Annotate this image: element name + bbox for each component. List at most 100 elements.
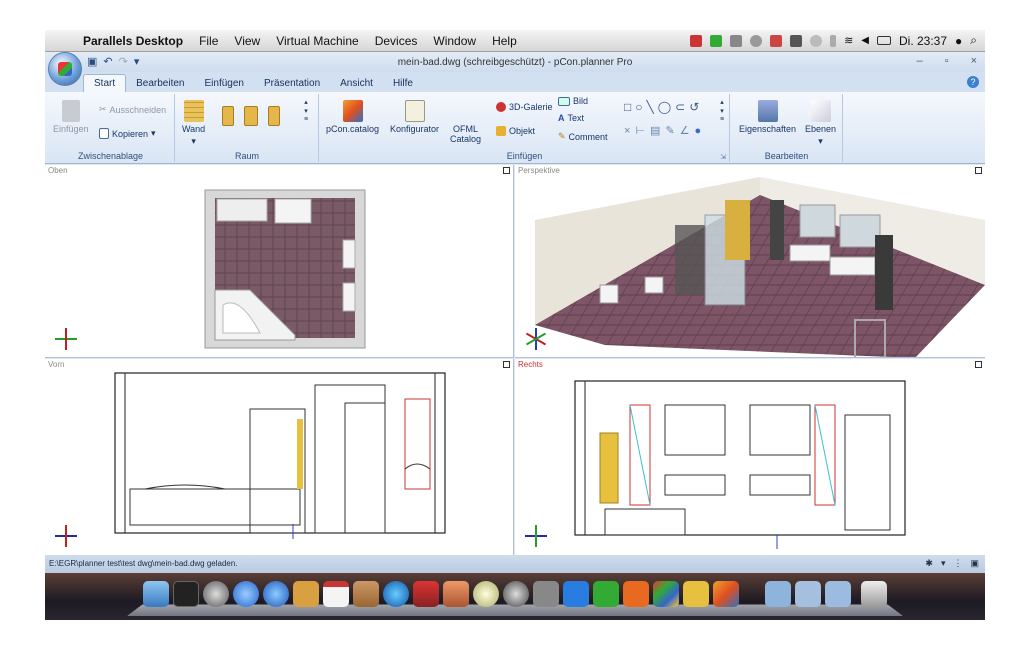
tab-praesentation[interactable]: Präsentation [254, 75, 330, 92]
door-icon[interactable] [222, 106, 234, 126]
tab-hilfe[interactable]: Hilfe [383, 75, 423, 92]
pcon-planner-icon[interactable] [713, 581, 739, 607]
preview-icon[interactable] [443, 581, 469, 607]
line-icon[interactable]: ╲ [647, 100, 654, 114]
text-button[interactable]: A Text [558, 113, 584, 123]
application-menu-button[interactable] [48, 52, 82, 86]
menu-view[interactable]: View [226, 34, 268, 48]
address-book-icon[interactable] [293, 581, 319, 607]
applications-folder-icon[interactable] [765, 581, 791, 607]
scroll-up-icon[interactable]: ▴ [304, 98, 308, 106]
spotlight-search-icon[interactable]: ⌕ [970, 33, 977, 48]
user-icon[interactable]: ● [955, 34, 962, 48]
menu-window[interactable]: Window [425, 34, 484, 48]
status-app-icon[interactable] [710, 34, 723, 47]
word-icon[interactable] [563, 581, 589, 607]
eigenschaften-button[interactable]: Eigenschaften [739, 100, 796, 134]
viewport-rechts[interactable]: Rechts [515, 359, 985, 555]
grid-icon[interactable]: ⋮ [953, 558, 962, 569]
objekt-button[interactable]: Objekt [496, 126, 535, 136]
tab-ansicht[interactable]: Ansicht [330, 75, 383, 92]
viewport-perspektive[interactable]: Perspektive [515, 165, 985, 358]
downloads-folder-icon[interactable] [825, 581, 851, 607]
status-app-icon[interactable] [770, 34, 783, 47]
excel-icon[interactable] [593, 581, 619, 607]
starred-app-icon[interactable] [473, 581, 499, 607]
polyline-icon[interactable]: ⊂ [675, 100, 685, 114]
minimize-button[interactable]: – [917, 55, 923, 67]
status-app-icon[interactable] [750, 34, 763, 47]
gallery-scroll[interactable]: ▴ ▾ ≡ [304, 98, 308, 123]
time-machine-dock-icon[interactable] [503, 581, 529, 607]
double-door-icon[interactable] [244, 106, 258, 126]
snap-icon[interactable]: ✱ [925, 558, 933, 569]
tab-start[interactable]: Start [83, 74, 127, 92]
einfuegen-button[interactable]: Einfügen [53, 100, 89, 134]
display-mode-icon[interactable]: ▣ [970, 558, 979, 569]
delete-x-icon[interactable]: × [624, 125, 630, 137]
gallery-expand-icon[interactable]: ≡ [304, 116, 308, 123]
ofml-catalog-button[interactable]: OFML Catalog [450, 124, 481, 144]
tab-einfuegen[interactable]: Einfügen [195, 75, 254, 92]
ichat-icon[interactable] [263, 581, 289, 607]
comment-button[interactable]: ✎ Comment [558, 131, 608, 142]
window-element-icon[interactable] [268, 106, 280, 126]
3d-galerie-button[interactable]: 3D-Galerie [496, 102, 553, 112]
status-app-icon[interactable] [790, 34, 803, 47]
finder-icon[interactable] [143, 581, 169, 607]
dropdown-icon[interactable]: ▾ [941, 558, 946, 569]
edit-icon[interactable]: ✎ [665, 124, 674, 137]
kopieren-button[interactable]: Kopieren ▾ [99, 128, 156, 139]
pcon-catalog-button[interactable]: pCon.catalog [326, 100, 379, 134]
arc-icon[interactable]: ↺ [689, 100, 699, 114]
status-app-icon[interactable] [690, 34, 703, 47]
gallery-expand-icon[interactable]: ≡ [720, 116, 724, 123]
time-machine-icon[interactable] [810, 34, 823, 47]
help-icon[interactable]: ? [967, 76, 979, 88]
scroll-up-icon[interactable]: ▴ [720, 98, 724, 106]
menu-virtual-machine[interactable]: Virtual Machine [268, 34, 367, 48]
scroll-down-icon[interactable]: ▾ [304, 107, 308, 115]
battery-icon[interactable] [876, 36, 891, 45]
ausschneiden-button[interactable]: ✂ Ausschneiden [99, 104, 166, 115]
viewport-oben[interactable]: Oben [45, 165, 514, 358]
ebenen-button[interactable]: Ebenen ▾ [805, 100, 836, 147]
documents-folder-icon[interactable] [795, 581, 821, 607]
iphoto-icon[interactable] [353, 581, 379, 607]
trash-icon[interactable] [861, 581, 887, 607]
konfigurator-button[interactable]: Konfigurator [390, 100, 439, 134]
windows-icon[interactable] [653, 581, 679, 607]
terminal-icon[interactable] [173, 581, 199, 607]
dimension-icon[interactable]: ⊢ [635, 124, 645, 137]
angle-icon[interactable]: ∠ [680, 124, 690, 137]
viewport-vorn[interactable]: Vorn [45, 359, 514, 555]
ellipse-icon[interactable]: ◯ [658, 100, 671, 114]
scroll-down-icon[interactable]: ▾ [720, 107, 724, 115]
safari-icon[interactable] [233, 581, 259, 607]
photo-booth-icon[interactable] [413, 581, 439, 607]
bild-button[interactable]: Bild [558, 96, 588, 106]
maximize-button[interactable]: ▫ [945, 55, 949, 67]
tab-bearbeiten[interactable]: Bearbeiten [126, 75, 194, 92]
menu-file[interactable]: File [191, 34, 226, 48]
rectangle-icon[interactable]: □ [624, 100, 631, 114]
menu-help[interactable]: Help [484, 34, 525, 48]
volume-icon[interactable]: ◀ [861, 35, 869, 46]
menu-app-name[interactable]: Parallels Desktop [75, 34, 191, 48]
wand-button[interactable]: Wand ▾ [182, 100, 205, 147]
note-icon[interactable]: ▤ [650, 124, 660, 137]
menu-devices[interactable]: Devices [367, 34, 426, 48]
clock[interactable]: Di. 23:37 [899, 34, 947, 48]
sphere-icon[interactable]: ● [695, 125, 702, 137]
dialog-launcher-icon[interactable]: ⇲ [720, 153, 726, 161]
itunes-icon[interactable] [383, 581, 409, 607]
bluetooth-icon[interactable] [830, 34, 837, 47]
close-button[interactable]: × [971, 55, 977, 67]
ical-icon[interactable] [323, 581, 349, 607]
wifi-icon[interactable]: ≋ [844, 34, 853, 47]
shape-gallery-scroll[interactable]: ▴ ▾ ≡ [720, 98, 724, 123]
circle-icon[interactable]: ○ [635, 100, 642, 114]
folder-icon[interactable] [683, 581, 709, 607]
system-preferences-icon[interactable] [203, 581, 229, 607]
vm-icon[interactable] [533, 581, 559, 607]
